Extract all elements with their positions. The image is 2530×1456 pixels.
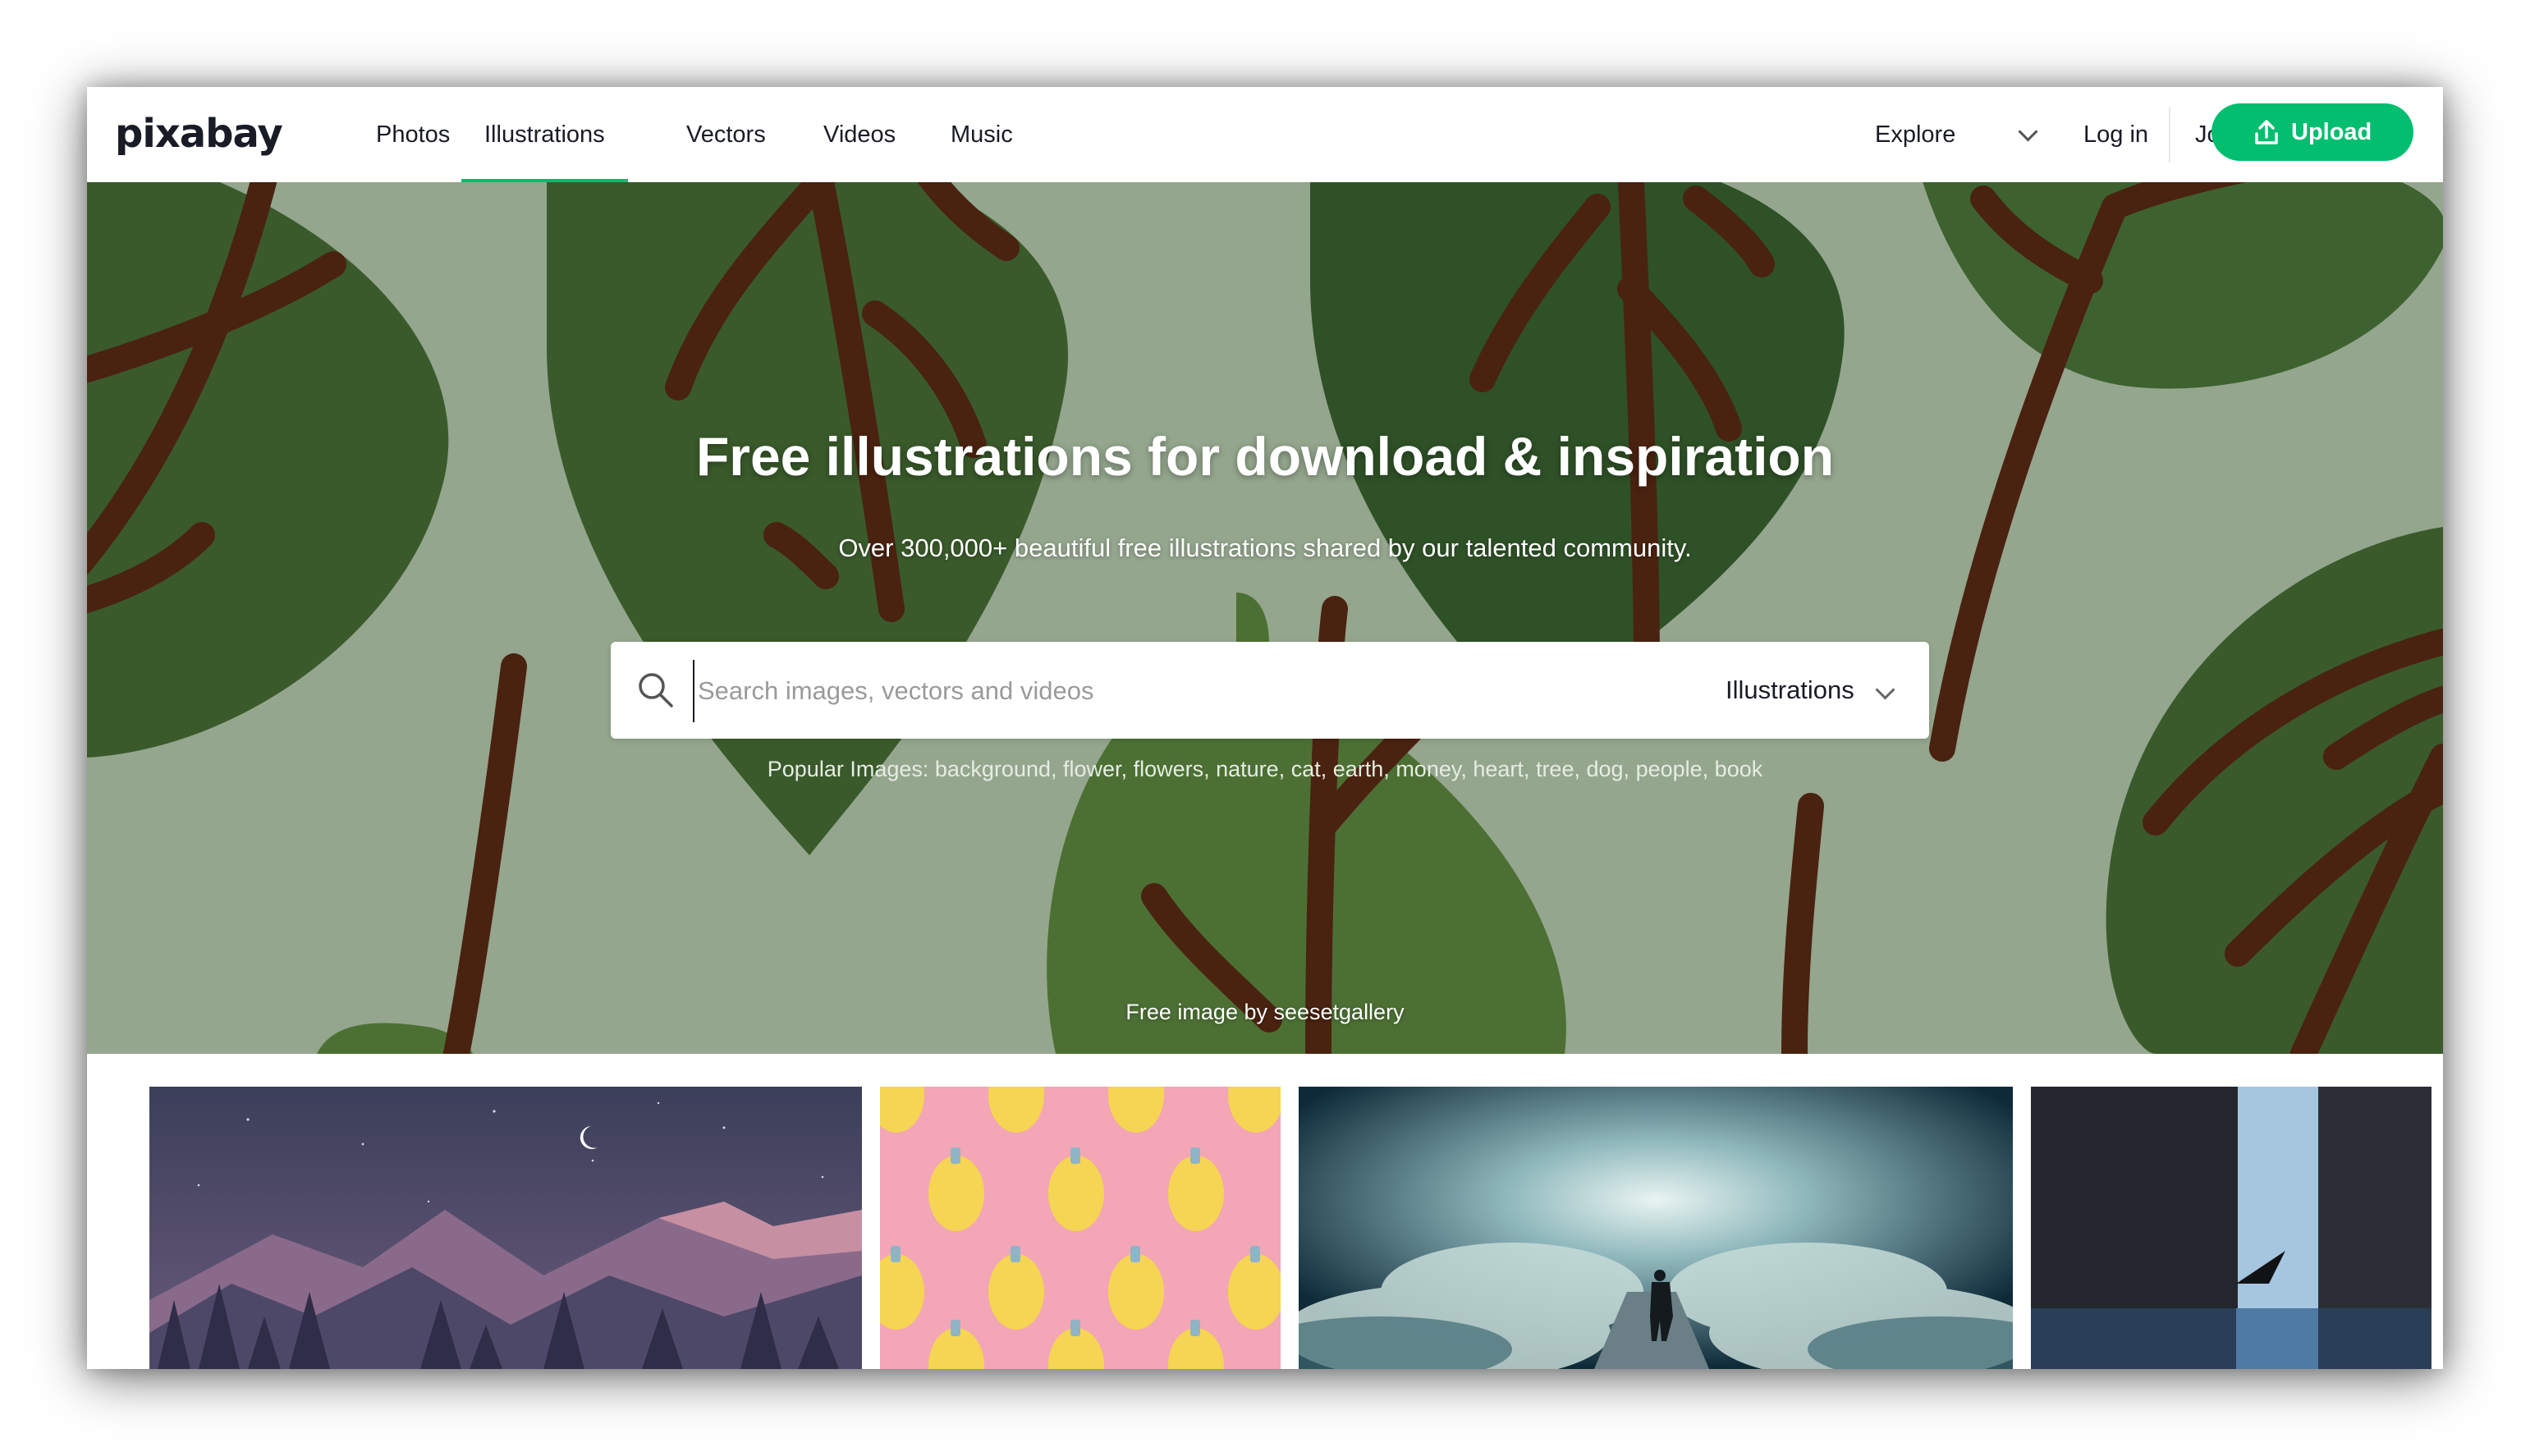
popular-tag[interactable]: tree	[1536, 757, 1574, 781]
browser-window: pixabay Photos Illustrations Vectors Vid…	[87, 87, 2443, 1369]
upload-button[interactable]: Upload	[2211, 103, 2413, 161]
popular-tag[interactable]: money	[1396, 757, 1460, 781]
hero-background-illustration	[87, 182, 2443, 1054]
chevron-down-icon[interactable]	[1875, 680, 1895, 700]
upload-label: Upload	[2291, 119, 2372, 145]
search-bar: Illustrations	[611, 642, 1929, 739]
pixabay-logo[interactable]: pixabay	[115, 105, 283, 163]
popular-tag[interactable]: nature	[1216, 757, 1279, 781]
popular-tag[interactable]: dog	[1586, 757, 1623, 781]
gallery-item-architecture[interactable]	[2031, 1087, 2431, 1369]
nav-link-videos[interactable]: Videos	[823, 87, 896, 182]
popular-tag[interactable]: people	[1636, 757, 1703, 781]
upload-icon	[2255, 120, 2278, 144]
search-icon[interactable]	[635, 670, 676, 711]
search-input[interactable]	[693, 660, 1643, 722]
popular-tag[interactable]: book	[1715, 757, 1763, 781]
popular-tag[interactable]: earth	[1333, 757, 1384, 781]
top-navigation: pixabay Photos Illustrations Vectors Vid…	[87, 87, 2443, 183]
architecture-image	[2031, 1087, 2431, 1369]
gallery-item-lemons[interactable]	[880, 1087, 1281, 1369]
clouds-man-image	[1299, 1087, 2013, 1369]
nav-divider	[2169, 107, 2170, 163]
explore-label: Explore	[1875, 121, 1956, 148]
popular-tag[interactable]: background	[935, 757, 1051, 781]
popular-tags: background, flower, flowers, nature, cat…	[934, 757, 1763, 781]
leaf-shapes	[87, 182, 2443, 1054]
image-credit[interactable]: Free image by seesetgallery	[87, 1000, 2443, 1025]
popular-images: Popular Images: background, flower, flow…	[87, 757, 2443, 782]
nav-link-vectors[interactable]: Vectors	[686, 87, 766, 182]
login-link[interactable]: Log in	[2083, 87, 2148, 182]
popular-tag[interactable]: cat	[1291, 757, 1321, 781]
popular-tag[interactable]: flowers	[1134, 757, 1204, 781]
lemon-pattern-image	[880, 1087, 1281, 1369]
explore-menu[interactable]: Explore	[1875, 87, 1955, 182]
nav-link-illustrations[interactable]: Illustrations	[461, 87, 628, 182]
hero-subtitle: Over 300,000+ beautiful free illustratio…	[838, 533, 1692, 562]
gallery-item-mountains[interactable]	[149, 1087, 862, 1369]
popular-label: Popular Images:	[767, 757, 929, 781]
hero-title: Free illustrations for download & inspir…	[695, 426, 1835, 487]
nav-link-music[interactable]: Music	[951, 87, 1013, 182]
gallery-item-clouds[interactable]	[1299, 1087, 2013, 1369]
popular-tag[interactable]: heart	[1473, 757, 1524, 781]
popular-tag[interactable]: flower	[1063, 757, 1121, 781]
mountains-night-image	[149, 1087, 862, 1369]
search-type-select[interactable]: Illustrations	[1726, 642, 1854, 739]
nav-link-photos[interactable]: Photos	[376, 87, 450, 182]
hero-banner: Free illustrations for download & inspir…	[87, 182, 2443, 1054]
chevron-down-icon	[2018, 121, 2038, 142]
